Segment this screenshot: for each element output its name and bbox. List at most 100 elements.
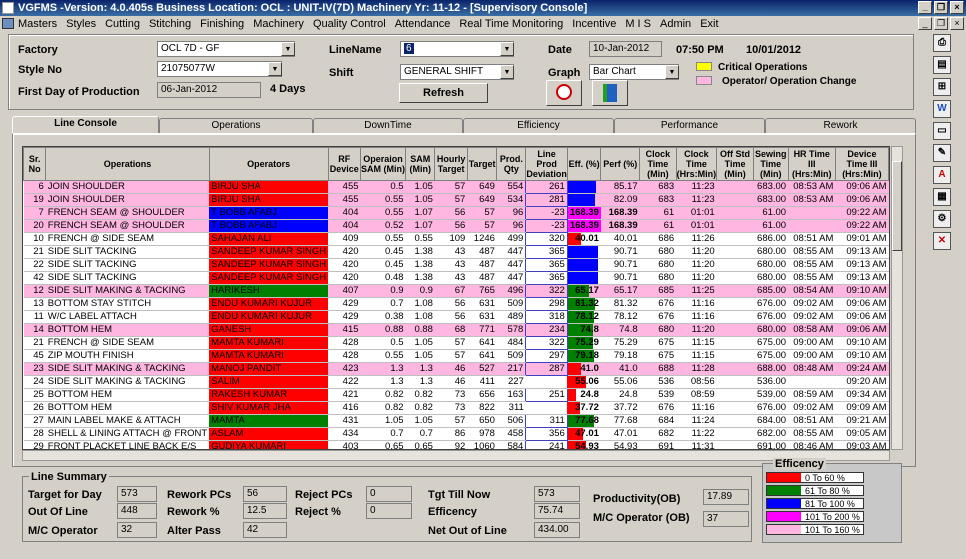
report-icon[interactable]: ▤: [933, 56, 951, 74]
menu-masters[interactable]: Masters: [18, 18, 57, 30]
tab-downtime[interactable]: DownTime: [313, 118, 463, 133]
column-header[interactable]: Prod. Qty: [496, 147, 527, 181]
column-header[interactable]: Perf (%): [600, 147, 641, 181]
table-row[interactable]: 29 FRONT PLACKET LINE BACK E/S GUDIYA KUMA…: [23, 440, 889, 449]
graph-select[interactable]: Bar Chart ▼: [589, 64, 679, 80]
printer-icon[interactable]: ⎙: [933, 34, 951, 52]
table-cell-opr: MAMTA: [209, 414, 329, 428]
factory-select[interactable]: OCL 7D - GF ▼: [157, 41, 295, 57]
column-header[interactable]: SAM (Min): [405, 147, 436, 181]
table-cell-sam: 0.9: [405, 284, 435, 298]
table-row[interactable]: 14 BOTTOM HEM GANESH 415 0.88 0.88 68 771 578 234…: [23, 323, 889, 337]
table-row[interactable]: 10 FRENCH @ SIDE SEAM SAHAJAN ALI 409 0.55 0.…: [23, 232, 889, 246]
column-header[interactable]: Clock Time (Min): [639, 147, 677, 181]
table-cell-cth: 11:16: [676, 401, 717, 415]
table-row[interactable]: 28 SHELL & LINING ATTACH @ FRONT ASLAM 434 0…: [23, 427, 889, 441]
table-row[interactable]: 11 W/C LABEL ATTACH ENDU KUMARI KUJUR 429 0.…: [23, 310, 889, 324]
calculator-icon[interactable]: ▦: [933, 188, 951, 206]
exit-icon[interactable]: ✕: [933, 232, 951, 250]
chevron-down-icon[interactable]: ▼: [281, 42, 295, 56]
chevron-down-icon[interactable]: ▼: [500, 42, 514, 56]
style-select[interactable]: 21075077W ▼: [157, 61, 282, 77]
column-header[interactable]: RF Device: [327, 147, 362, 181]
column-header[interactable]: Sr. No: [23, 147, 47, 181]
table-cell-sam: 1.38: [405, 258, 435, 272]
column-header[interactable]: Clock Time (Hrs:Min): [675, 147, 718, 181]
linename-select[interactable]: 6 ▼: [400, 41, 514, 57]
exit-button[interactable]: [592, 80, 628, 106]
hierarchy-icon[interactable]: ⊞: [933, 78, 951, 96]
tab-rework[interactable]: Rework: [765, 118, 916, 133]
menu-machinery[interactable]: Machinery: [253, 18, 304, 30]
vertical-scrollbar[interactable]: [891, 146, 903, 450]
table-row[interactable]: 22 SIDE SLIT TACKING SANDEEP KUMAR SINGH 42…: [23, 258, 889, 272]
table-row[interactable]: 13 BOTTOM STAY STITCH ENDU KUMARI KUJUR 429…: [23, 297, 889, 311]
menu-finishing[interactable]: Finishing: [200, 18, 244, 30]
column-header[interactable]: Operaion SAM (Min): [360, 147, 407, 181]
table-row[interactable]: 45 ZIP MOUTH FINISH MAMTA KUMARI 428 0.55 1.0…: [23, 349, 889, 363]
menu-styles[interactable]: Styles: [66, 18, 96, 30]
table-row[interactable]: 42 SIDE SLIT TACKING SANDEEP KUMAR SINGH 42…: [23, 271, 889, 285]
menu-exit[interactable]: Exit: [700, 18, 718, 30]
column-header[interactable]: Line Prod Deviation: [525, 147, 568, 181]
menu-attendance[interactable]: Attendance: [395, 18, 451, 30]
child-restore-button[interactable]: ❐: [934, 17, 948, 30]
tab-efficiency[interactable]: Efficiency: [463, 118, 614, 133]
pdf-icon[interactable]: A: [933, 166, 951, 184]
chevron-down-icon[interactable]: ▼: [500, 65, 514, 79]
menu-cutting[interactable]: Cutting: [105, 18, 140, 30]
table-row[interactable]: 6 JOIN SHOULDER BIRJU SHA 455 0.5 1.05 57 649 55…: [23, 180, 889, 194]
column-header[interactable]: Operators: [208, 147, 329, 181]
column-header[interactable]: Target: [466, 147, 498, 181]
refresh-button[interactable]: Refresh: [399, 83, 488, 103]
column-header[interactable]: Sewing Time (Min): [752, 147, 789, 181]
table-row[interactable]: 20 FRENCH SEAM @ SHOULDER T BOBB AFABJ 404 0…: [23, 219, 889, 233]
column-header[interactable]: Off Std Time (Min): [716, 147, 754, 181]
word-icon[interactable]: W: [933, 100, 951, 118]
notepad-icon[interactable]: ✎: [933, 144, 951, 162]
column-header[interactable]: Operations: [45, 147, 210, 181]
table-row[interactable]: 7 FRENCH SEAM @ SHOULDER T BOBB AFABJ 404 0.…: [23, 206, 889, 220]
line-console-grid[interactable]: Sr. No Operations Operators RF Device Operai…: [22, 146, 890, 450]
menu-quality-control[interactable]: Quality Control: [313, 18, 386, 30]
close-button[interactable]: ×: [950, 1, 964, 14]
table-cell-sr: 14: [23, 323, 46, 337]
window-icon[interactable]: ▭: [933, 122, 951, 140]
shift-select[interactable]: GENERAL SHIFT ▼: [400, 64, 514, 80]
menu-mis[interactable]: M I S: [625, 18, 651, 30]
tab-line-console[interactable]: Line Console: [12, 116, 159, 133]
column-header[interactable]: Eff. (%): [566, 147, 602, 181]
menu-real-time-monitoring[interactable]: Real Time Monitoring: [459, 18, 563, 30]
column-header[interactable]: HR Time III (Hrs:Min): [787, 147, 836, 181]
chevron-down-icon[interactable]: ▼: [665, 65, 679, 79]
horizontal-scrollbar[interactable]: [22, 450, 890, 461]
table-row[interactable]: 23 SIDE SLIT MAKING & TACKING MANOJ PANDIT…: [23, 362, 889, 376]
tab-performance[interactable]: Performance: [614, 118, 765, 133]
chart-view-button[interactable]: [546, 80, 582, 106]
table-row[interactable]: 19 JOIN SHOULDER BIRJU SHA 455 0.55 1.05 57 649…: [23, 193, 889, 207]
menu-stitching[interactable]: Stitching: [149, 18, 191, 30]
table-cell-sr: 6: [23, 180, 46, 194]
table-row[interactable]: 24 SIDE SLIT MAKING & TACKING SALIM 422 1.3 1…: [23, 375, 889, 389]
tab-operations[interactable]: Operations: [159, 118, 313, 133]
table-row[interactable]: 27 MAIN LABEL MAKE & ATTACH MAMTA 431 1.05 1.…: [23, 414, 889, 428]
table-cell-pq: 506: [496, 414, 526, 428]
scroll-thumb[interactable]: [892, 161, 902, 251]
table-row[interactable]: 12 SIDE SLIT MAKING & TACKING HARIKESH 407 0…: [23, 284, 889, 298]
column-header[interactable]: Hourly Target: [434, 147, 468, 181]
tools-icon[interactable]: ⚙: [933, 210, 951, 228]
table-cell-dt: 09:10 AM: [835, 349, 889, 363]
menu-incentive[interactable]: Incentive: [572, 18, 616, 30]
table-cell-opr: BIRJU SHA: [209, 193, 329, 207]
child-minimize-button[interactable]: _: [918, 17, 932, 30]
table-row[interactable]: 25 BOTTOM HEM RAKESH KUMAR 421 0.82 0.82 73 656…: [23, 388, 889, 402]
table-row[interactable]: 26 BOTTOM HEM SHIV KUMAR JHA 416 0.82 0.82 73 8…: [23, 401, 889, 415]
table-row[interactable]: 21 SIDE SLIT TACKING SANDEEP KUMAR SINGH 42…: [23, 245, 889, 259]
minimize-button[interactable]: _: [918, 1, 932, 14]
chevron-down-icon[interactable]: ▼: [268, 62, 282, 76]
restore-button[interactable]: ❐: [934, 1, 948, 14]
table-row[interactable]: 21 FRENCH @ SIDE SEAM MAMTA KUMARI 428 0.5 1.…: [23, 336, 889, 350]
column-header[interactable]: Device Time III (Hrs:Min): [834, 147, 889, 181]
menu-admin[interactable]: Admin: [660, 18, 691, 30]
child-close-button[interactable]: ×: [950, 17, 964, 30]
